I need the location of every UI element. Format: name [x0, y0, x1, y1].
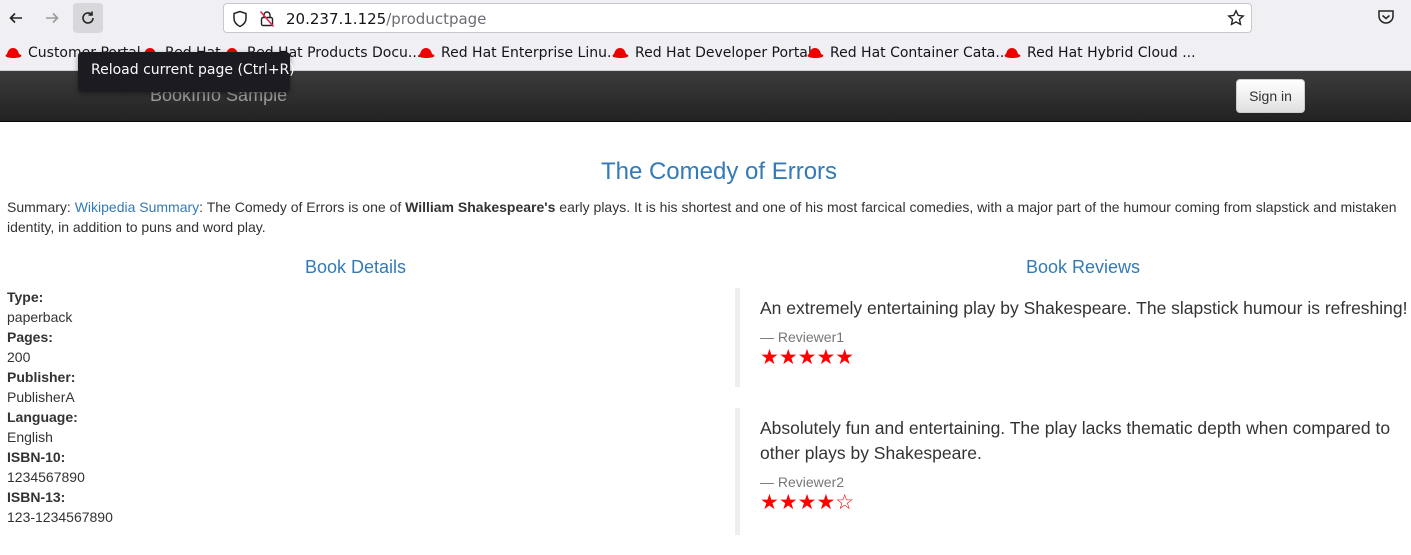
type-label: Type: [7, 289, 44, 305]
bookmark-red-hat-hybrid-cloud[interactable]: Red Hat Hybrid Cloud ... [1003, 45, 1196, 61]
url-text[interactable]: 20.237.1.125/productpage [286, 10, 486, 28]
isbn13-value: 123-1234567890 [7, 509, 113, 525]
review-text: An extremely entertaining play by Shakes… [760, 298, 1408, 318]
pocket-icon[interactable] [1377, 9, 1395, 26]
reviewer-name: — Reviewer2 [760, 474, 845, 490]
red-hat-icon [418, 48, 435, 58]
review-card: Absolutely fun and entertaining. The pla… [735, 408, 1411, 535]
book-reviews-heading: Book Reviews [1025, 257, 1141, 277]
reload-icon [82, 11, 94, 24]
back-button[interactable] [1, 3, 31, 33]
book-details: Type: paperback Pages: 200 Publisher: Pu… [7, 287, 113, 527]
isbn13-label: ISBN-13: [7, 489, 66, 505]
forward-button[interactable] [37, 3, 67, 33]
pages-label: Pages: [7, 329, 53, 345]
sign-in-button[interactable]: Sign in [1236, 79, 1305, 113]
arrow-right-icon [46, 12, 59, 24]
red-hat-icon [1004, 48, 1021, 58]
book-details-heading: Book Details [304, 257, 407, 277]
arrow-left-icon [9, 12, 22, 24]
pages-value: 200 [7, 349, 31, 365]
red-hat-icon [5, 48, 22, 58]
bookmark-star-icon[interactable] [1227, 9, 1245, 27]
type-value: paperback [7, 309, 73, 325]
language-label: Language: [7, 409, 78, 425]
isbn10-value: 1234567890 [7, 469, 85, 485]
wikipedia-summary-link[interactable]: Wikipedia Summary [75, 199, 199, 215]
insecure-lock-icon[interactable] [259, 10, 275, 28]
url-bar[interactable]: 20.237.1.125/productpage [223, 3, 1252, 33]
rating-stars: ★★★★★ [760, 346, 855, 369]
language-value: English [7, 429, 53, 445]
publisher-value: PublisherA [7, 389, 75, 405]
bookmark-red-hat-enterprise-linux[interactable]: Red Hat Enterprise Linu... [417, 45, 620, 61]
reload-button[interactable] [73, 3, 103, 33]
isbn10-label: ISBN-10: [7, 449, 66, 465]
reviewer-name: — Reviewer1 [760, 329, 845, 345]
book-summary: Summary: Wikipedia Summary: The Comedy o… [7, 199, 1397, 235]
publisher-label: Publisher: [7, 369, 76, 385]
red-hat-icon [612, 48, 629, 58]
review-text: Absolutely fun and entertaining. The pla… [760, 418, 1391, 463]
bookmark-red-hat-developer-portal[interactable]: Red Hat Developer Portal [611, 45, 812, 61]
browser-toolbar: 20.237.1.125/productpage [0, 0, 1411, 36]
reload-tooltip: Reload current page (Ctrl+R) [78, 52, 295, 92]
red-hat-icon [807, 48, 824, 58]
shield-icon[interactable] [232, 10, 248, 28]
bookmark-red-hat-container-catalog[interactable]: Red Hat Container Cata... [806, 45, 1009, 61]
rating-stars: ★★★★☆ [760, 491, 855, 514]
review-card: An extremely entertaining play by Shakes… [735, 288, 1411, 387]
book-title: The Comedy of Errors [600, 158, 838, 185]
